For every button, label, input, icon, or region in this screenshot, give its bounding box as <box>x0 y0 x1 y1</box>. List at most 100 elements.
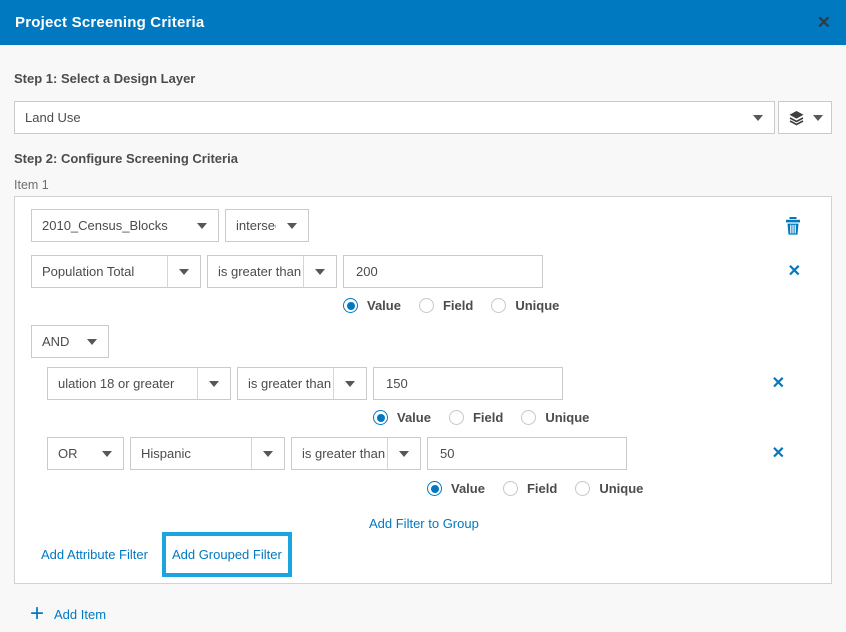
radio-unique-label: Unique <box>515 298 559 313</box>
radio-field[interactable]: Field <box>503 481 557 496</box>
radio-value-label: Value <box>397 410 431 425</box>
design-layer-row: Land Use <box>14 101 832 134</box>
remove-gfilter1-button[interactable]: ✕ <box>772 376 785 392</box>
radio-unique-label: Unique <box>545 410 589 425</box>
add-item-button[interactable]: + Add Item <box>30 604 832 624</box>
gfilter1-value-input[interactable] <box>373 367 563 400</box>
filter-actions-row: Add Attribute Filter Add Grouped Filter <box>31 532 815 577</box>
add-grouped-filter-link[interactable]: Add Grouped Filter <box>172 547 282 562</box>
radio-field-label: Field <box>527 481 557 496</box>
gfilter1-value-type-radios: Value Field Unique <box>373 410 815 425</box>
remove-filter1-button[interactable]: ✕ <box>788 264 801 280</box>
radio-value-label: Value <box>451 481 485 496</box>
close-icon: ✕ <box>788 264 801 280</box>
gfilter2-operator-value: is greater than <box>292 446 387 461</box>
group-conjunction-select[interactable]: AND <box>31 325 109 358</box>
target-layer-select[interactable]: 2010_Census_Blocks <box>31 209 219 242</box>
delete-item-button[interactable] <box>785 217 801 235</box>
layers-icon <box>788 110 805 126</box>
gfilter2-field-value: Hispanic <box>131 446 251 461</box>
gfilter1-field-value: ulation 18 or greater <box>48 376 197 391</box>
close-icon: ✕ <box>772 376 785 392</box>
target-layer-value: 2010_Census_Blocks <box>32 218 186 233</box>
add-item-label: Add Item <box>54 607 106 622</box>
gfilter1-operator-select[interactable]: is greater than <box>237 367 367 400</box>
chevron-down-icon <box>186 210 218 241</box>
group-conjunction-value: AND <box>32 334 76 349</box>
filter1-value-input[interactable] <box>343 255 543 288</box>
group-conjunction-row: AND <box>31 325 815 358</box>
plus-icon: + <box>30 604 44 624</box>
grouped-filters: ulation 18 or greater is greater than ✕ … <box>47 367 815 533</box>
close-icon: ✕ <box>772 446 785 462</box>
radio-unselected-icon <box>449 410 464 425</box>
radio-unselected-icon <box>575 481 590 496</box>
radio-field-label: Field <box>443 298 473 313</box>
add-filter-to-group-link[interactable]: Add Filter to Group <box>369 516 479 531</box>
step1-heading: Step 1: Select a Design Layer <box>14 71 832 86</box>
design-layer-value: Land Use <box>15 110 742 125</box>
filter1-field-select[interactable]: Population Total <box>31 255 201 288</box>
gfilter2-field-select[interactable]: Hispanic <box>130 437 285 470</box>
trash-icon <box>785 217 801 235</box>
radio-unique[interactable]: Unique <box>521 410 589 425</box>
gfilter2-value-input[interactable] <box>427 437 627 470</box>
filter-row-1: Population Total is greater than ✕ <box>31 255 815 288</box>
radio-value[interactable]: Value <box>427 481 485 496</box>
filter1-operator-select[interactable]: is greater than <box>207 255 337 288</box>
radio-unselected-icon <box>491 298 506 313</box>
dialog-body: Step 1: Select a Design Layer Land Use S… <box>0 71 846 624</box>
dialog-header: Project Screening Criteria ✕ <box>0 0 846 45</box>
spatial-operator-value: intersects <box>226 218 276 233</box>
radio-field-label: Field <box>473 410 503 425</box>
radio-unselected-icon <box>521 410 536 425</box>
chevron-down-icon <box>813 115 823 121</box>
chevron-down-icon <box>91 438 123 469</box>
target-layer-row: 2010_Census_Blocks intersects <box>31 209 815 242</box>
add-attribute-filter-link[interactable]: Add Attribute Filter <box>41 547 148 562</box>
gfilter2-conjunction-select[interactable]: OR <box>47 437 124 470</box>
radio-unique[interactable]: Unique <box>575 481 643 496</box>
radio-unique[interactable]: Unique <box>491 298 559 313</box>
design-layer-select[interactable]: Land Use <box>14 101 775 134</box>
filter1-field-value: Population Total <box>32 264 167 279</box>
chevron-down-icon <box>167 256 200 287</box>
filter1-operator-value: is greater than <box>208 264 303 279</box>
highlight-annotation: Add Grouped Filter <box>162 532 292 577</box>
gfilter1-operator-value: is greater than <box>238 376 333 391</box>
gfilter2-value-type-radios: Value Field Unique <box>427 481 815 496</box>
radio-selected-icon <box>427 481 442 496</box>
radio-value[interactable]: Value <box>373 410 431 425</box>
chevron-down-icon <box>197 368 230 399</box>
chevron-down-icon <box>742 102 774 133</box>
dialog-title: Project Screening Criteria <box>15 14 204 31</box>
chevron-down-icon <box>276 210 308 241</box>
filter1-value-type-radios: Value Field Unique <box>343 298 815 313</box>
radio-selected-icon <box>373 410 388 425</box>
chevron-down-icon <box>333 368 366 399</box>
radio-value[interactable]: Value <box>343 298 401 313</box>
gfilter2-operator-select[interactable]: is greater than <box>291 437 421 470</box>
layer-list-button[interactable] <box>778 101 832 134</box>
gfilter2-conjunction-value: OR <box>48 446 91 461</box>
radio-field[interactable]: Field <box>419 298 473 313</box>
close-icon[interactable]: ✕ <box>817 14 831 31</box>
item-1-panel: 2010_Census_Blocks intersects <box>14 196 832 584</box>
radio-unselected-icon <box>419 298 434 313</box>
chevron-down-icon <box>251 438 284 469</box>
radio-unselected-icon <box>503 481 518 496</box>
remove-gfilter2-button[interactable]: ✕ <box>772 446 785 462</box>
radio-unique-label: Unique <box>599 481 643 496</box>
spatial-operator-select[interactable]: intersects <box>225 209 309 242</box>
radio-selected-icon <box>343 298 358 313</box>
radio-field[interactable]: Field <box>449 410 503 425</box>
group-filter-row-2: OR Hispanic is greater than ✕ <box>47 437 815 470</box>
radio-value-label: Value <box>367 298 401 313</box>
chevron-down-icon <box>303 256 336 287</box>
group-filter-row-1: ulation 18 or greater is greater than ✕ <box>47 367 815 400</box>
chevron-down-icon <box>387 438 420 469</box>
step2-heading: Step 2: Configure Screening Criteria <box>14 151 832 166</box>
item-label: Item 1 <box>14 178 832 193</box>
chevron-down-icon <box>76 326 108 357</box>
gfilter1-field-select[interactable]: ulation 18 or greater <box>47 367 231 400</box>
